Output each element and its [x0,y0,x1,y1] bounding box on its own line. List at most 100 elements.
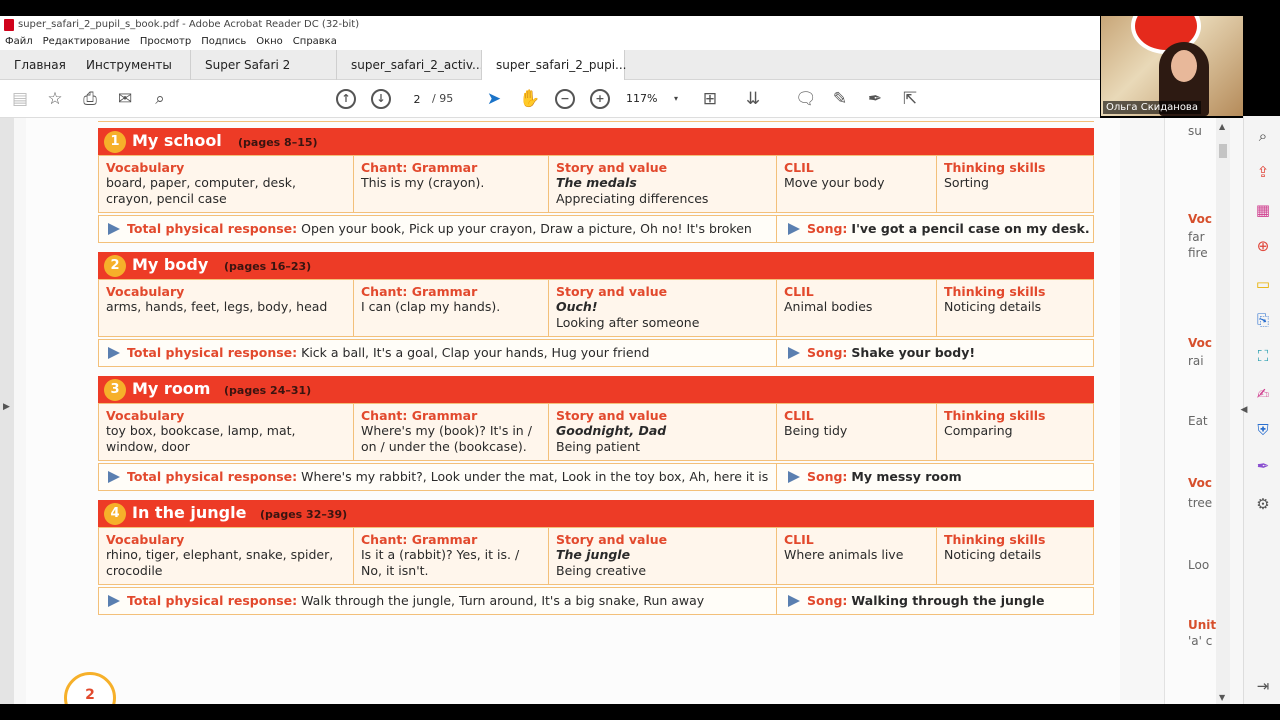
clil-text: Animal bodies [784,299,873,314]
tpr-label: Total physical response: [127,345,298,360]
side-text: su [1188,124,1202,138]
next-page-icon[interactable]: ↓ [371,89,391,109]
chant-label: Chant: Grammar [361,284,478,299]
tab-bar: Главная Инструменты Super Safari 2 Lette… [0,50,1100,102]
fit-page-icon[interactable]: ⊞ [700,89,720,109]
story-cell: Story and value The jungle Being creative [549,528,777,584]
thinking-cell: Thinking skills Noticing details [937,280,1093,336]
menu-view[interactable]: Просмотр [135,34,196,50]
sign-icon[interactable]: ✒ [865,89,885,109]
zoom-search-icon[interactable]: ⌕ [1253,126,1273,146]
email-icon[interactable]: ✉ [115,89,135,109]
webcam-overlay: Ольга Скиданова [1101,16,1243,116]
scroll-mode-icon[interactable]: ⇊ [743,89,763,109]
thinking-text: Noticing details [944,547,1042,562]
zoom-in-icon[interactable]: + [590,89,610,109]
unit-details: Vocabulary board, paper, computer, desk, … [98,155,1094,213]
clil-label: CLIL [784,408,814,423]
flag-icon [108,223,120,235]
edit-pdf-icon[interactable]: ⎘ [1253,310,1273,330]
unit-number-badge: 3 [104,379,126,401]
clil-cell: CLIL Being tidy [777,404,937,460]
story-title: Goodnight, Dad [556,423,667,438]
collapse-panel-icon[interactable]: ◀ [1234,400,1254,420]
left-nav-collapsed[interactable]: ▶ [0,118,14,704]
tab-document-activity[interactable]: super_safari_2_activ... [336,50,483,80]
tab-document-pupils-book[interactable]: super_safari_2_pupi...× [481,50,627,102]
zoom-dropdown[interactable]: 117% ▾ [626,89,682,109]
chant-text: Is it a (rabbit)? Yes, it is. / No, it i… [361,547,520,578]
flag-icon [108,471,120,483]
unit-header: 1 My school (pages 8–15) [98,128,1094,155]
thinking-text: Noticing details [944,299,1042,314]
scroll-up-icon[interactable]: ▲ [1219,122,1225,131]
sign-tool-icon[interactable]: ✒ [1253,456,1273,476]
select-cursor-icon[interactable]: ➤ [484,89,504,109]
export-pdf-icon[interactable]: ⇪ [1253,162,1273,182]
unit-details: Vocabulary toy box, bookcase, lamp, mat, … [98,403,1094,461]
scroll-down-icon[interactable]: ▼ [1219,693,1225,702]
side-text: Loo [1188,558,1210,572]
adjacent-page-preview: su Voc far fire Voc rai Eat Voc tree Loo… [1164,118,1216,704]
song-label: Song: [807,221,848,236]
comment-icon[interactable]: 🗨 [795,89,817,109]
bookmark-star-icon[interactable]: ☆ [45,89,65,109]
participant-face [1171,50,1197,82]
search-icon[interactable]: ⌕ [150,89,170,109]
zoom-value: 117% [626,92,658,105]
tab-document-letters[interactable]: Super Safari 2 Lette... [190,50,336,102]
menu-sign[interactable]: Подпись [196,34,251,50]
tab-tools[interactable]: Инструменты [72,50,186,80]
menu-edit[interactable]: Редактирование [38,34,135,50]
tpr-cell: Total physical response: Where's my rabb… [99,464,777,490]
page-number-input[interactable]: 2 [404,89,430,109]
tpr-cell: Total physical response: Walk through th… [99,588,777,614]
chant-text: This is my (crayon). [361,175,485,190]
tpr-cell: Total physical response: Kick a ball, It… [99,340,777,366]
expand-panel-icon[interactable]: ⇥ [1253,676,1273,696]
clil-cell: CLIL Move your body [777,156,937,212]
tpr-text: Where's my rabbit?, Look under the mat, … [301,469,769,484]
previous-page-icon[interactable]: ↑ [336,89,356,109]
fill-sign-icon[interactable]: ✍ [1253,384,1273,404]
protect-icon[interactable]: ⛨ [1253,420,1273,440]
unit-pages: (pages 16–23) [224,260,312,273]
side-text: Unit [1188,618,1217,632]
song-cell: Song: I've got a pencil case on my desk. [779,216,1093,242]
vocabulary-label: Vocabulary [106,532,185,547]
comment-panel-icon[interactable]: ▭ [1253,274,1273,294]
chant-cell: Chant: Grammar I can (clap my hands). [354,280,549,336]
clil-label: CLIL [784,532,814,547]
story-title: The jungle [556,547,631,562]
flag-icon [788,471,800,483]
print-icon[interactable]: ⎙ [80,89,100,109]
unit-row-1: 1 My school (pages 8–15) Vocabulary board, … [98,128,1094,245]
organize-pages-icon[interactable]: ▦ [1253,200,1273,220]
expand-left-panel-icon[interactable]: ▶ [3,402,10,412]
menu-help[interactable]: Справка [288,34,342,50]
vocabulary-cell: Vocabulary arms, hands, feet, legs, body,… [99,280,354,336]
hand-tool-icon[interactable]: ✋ [519,89,540,109]
tab-home[interactable]: Главная [0,50,80,80]
side-text: tree [1188,496,1213,510]
save-icon[interactable]: ▤ [10,89,30,109]
vocabulary-label: Vocabulary [106,408,185,423]
menu-window[interactable]: Окно [251,34,288,50]
side-text: Eat [1188,414,1208,428]
menu-file[interactable]: Файл [0,34,38,50]
vertical-scrollbar[interactable]: ▲ ▼ [1216,118,1230,704]
vocabulary-cell: Vocabulary board, paper, computer, desk, … [99,156,354,212]
song-cell: Song: My messy room [779,464,1093,490]
scan-icon[interactable]: ⛶ [1253,346,1273,366]
highlight-pen-icon[interactable]: ✎ [830,89,850,109]
flag-icon [788,595,800,607]
zoom-out-icon[interactable]: − [555,89,575,109]
story-title: Ouch! [556,299,598,314]
more-tools-icon[interactable]: ⚙ [1253,494,1273,514]
unit-row-2: 2 My body (pages 16–23) Vocabulary arms, ha… [98,252,1094,369]
create-pdf-icon[interactable]: ⊕ [1253,236,1273,256]
vocabulary-text: toy box, bookcase, lamp, mat, window, do… [106,423,296,454]
share-icon[interactable]: ⇱ [900,89,920,109]
scroll-thumb[interactable] [1219,144,1227,158]
unit-pages: (pages 8–15) [238,136,318,149]
